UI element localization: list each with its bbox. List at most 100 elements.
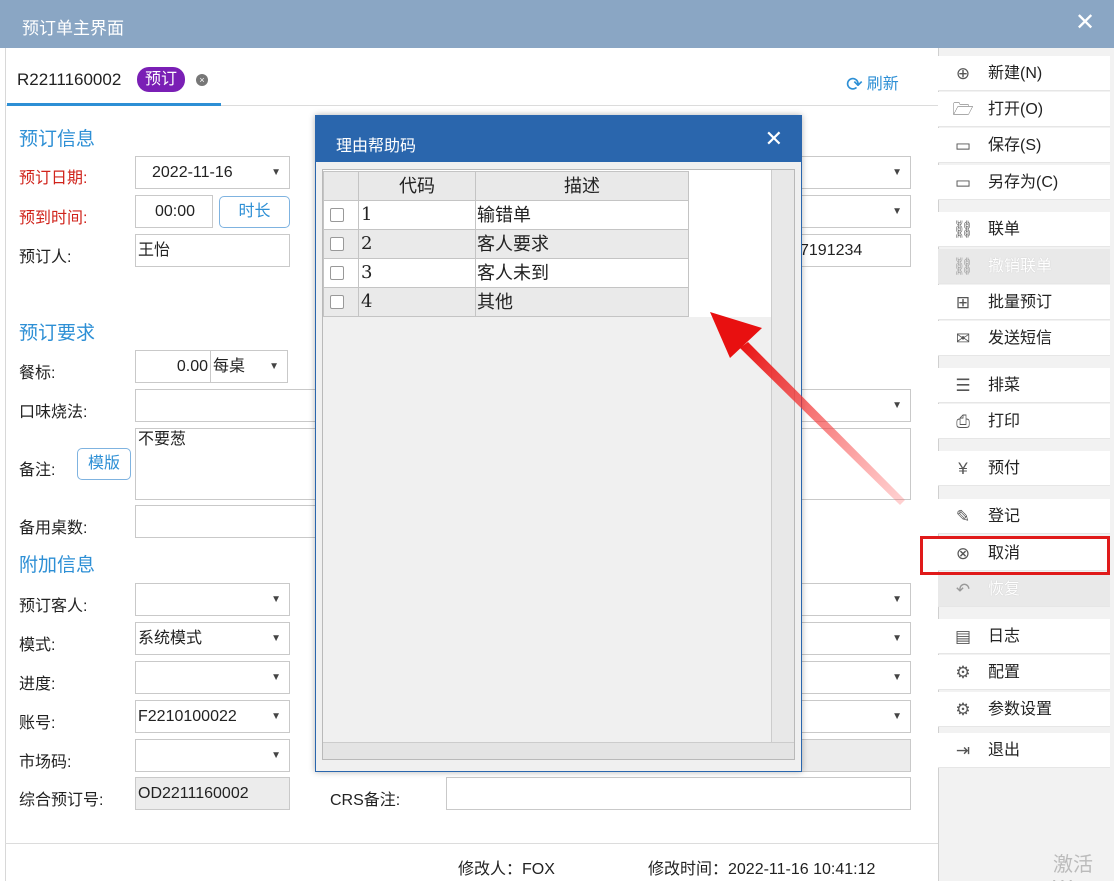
booker-field[interactable]: 王怡 [135,234,290,267]
sidebar-item-15[interactable]: ⚙ 配置 [938,655,1110,690]
row-checkbox[interactable] [330,295,344,309]
chevron-down-icon[interactable]: ▼ [271,740,281,771]
table-row-code[interactable]: 2 [358,229,476,259]
meal-unit-select[interactable]: 每桌 ▼ [210,350,288,383]
table-row-code[interactable]: 3 [358,258,476,288]
mode-select[interactable]: 系统模式 ▼ [135,622,290,655]
date-value: 2022-11-16 [152,164,233,181]
sidebar-item-6[interactable]: ⊞ 批量预订 [938,285,1110,320]
template-button[interactable]: 模版 [77,448,131,480]
table-row-desc[interactable]: 客人未到 [475,258,689,288]
meal-unit-value: 每桌 [213,358,246,375]
sidebar-item-2[interactable]: ▭ 保存(S) [938,128,1110,163]
folder-open-icon: 🗁 [952,100,974,119]
booker-value: 王怡 [138,242,171,259]
sidebar-item-14[interactable]: ▤ 日志 [938,619,1110,654]
progress-select[interactable]: ▼ [135,661,290,694]
booker-label: 预订人: [19,249,72,266]
sidebar-item-label: 打印 [988,413,1021,430]
chevron-down-icon[interactable]: ▼ [892,196,902,227]
row-checkbox[interactable] [330,266,344,280]
remark-label: 备注: [19,462,56,479]
sidebar-item-0[interactable]: ⊕ 新建(N) [938,56,1110,91]
grid-header-code[interactable]: 代码 [358,171,476,201]
sidebar-item-label: 配置 [988,664,1021,681]
date-field[interactable]: 2022-11-16 ▼ [135,156,290,189]
sidebar-item-label: 日志 [988,628,1021,645]
tab-close-icon[interactable]: × [196,74,208,86]
right-select-2[interactable]: ▼ [800,195,911,228]
table-row-checkbox-cell [323,200,359,230]
right-select-1[interactable]: ▼ [800,156,911,189]
sidebar-item-5: ⛓ 撤销联单 [938,249,1110,284]
table-row-code[interactable]: 1 [358,200,476,230]
chevron-down-icon[interactable]: ▼ [892,623,902,654]
sidebar-item-label: 另存为(C) [988,174,1059,191]
mail-icon: ✉ [955,329,971,348]
chevron-down-icon[interactable]: ▼ [892,662,902,693]
sidebar-item-11[interactable]: ✎ 登记 [938,499,1110,534]
right-select-4[interactable]: ▼ [800,622,911,655]
account-select[interactable]: F2210100022 ▼ [135,700,290,733]
register-icon: ✎ [955,507,971,526]
guest-select[interactable]: ▼ [135,583,290,616]
chevron-down-icon[interactable]: ▼ [271,157,281,188]
sidebar-item-3[interactable]: ▭ 另存为(C) [938,165,1110,200]
right-select-5[interactable]: ▼ [800,661,911,694]
dialog-titlebar: 理由帮助码 ✕ [316,116,801,162]
sidebar-item-4[interactable]: ⛓ 联单 [938,212,1110,247]
row-checkbox[interactable] [330,237,344,251]
grid-header-desc[interactable]: 描述 [475,171,689,201]
log-icon: ▤ [954,627,972,646]
table-row-desc[interactable]: 其他 [475,287,689,317]
restore-icon: ↶ [955,580,971,599]
crs-remark-label: CRS备注: [330,792,401,809]
sidebar-item-10[interactable]: ¥ 预付 [938,451,1110,486]
footer-divider [5,843,938,844]
sidebar-item-9[interactable]: ⎙ 打印 [938,404,1110,439]
sidebar-item-16[interactable]: ⚙ 参数设置 [938,692,1110,727]
chevron-down-icon[interactable]: ▼ [269,351,279,382]
remark-field[interactable]: 不要葱 [135,428,317,500]
refresh-button[interactable]: ⟳ 刷新 [846,70,899,97]
right-select-6[interactable]: ▼ [800,700,911,733]
chevron-down-icon[interactable]: ▼ [892,157,902,188]
section-title-require: 预订要求 [19,323,96,344]
taste-field[interactable] [135,389,317,422]
sidebar-item-17[interactable]: ⇥ 退出 [938,733,1110,768]
sidebar-item-7[interactable]: ✉ 发送短信 [938,321,1110,356]
account-value: F2210100022 [138,708,237,725]
window-close-icon[interactable]: ✕ [1072,8,1098,37]
meal-field[interactable]: 0.00 [135,350,211,383]
crs-remark-field[interactable] [446,777,911,810]
arrive-time-field[interactable]: 00:00 [135,195,213,228]
grid-header-check [323,171,359,201]
chevron-down-icon[interactable]: ▼ [271,701,281,732]
sidebar-item-8[interactable]: ☰ 排菜 [938,368,1110,403]
prepay-icon: ¥ [958,459,968,478]
grid-horizontal-scrollbar[interactable] [323,742,794,759]
chevron-down-icon[interactable]: ▼ [892,701,902,732]
config-gear-icon: ⚙ [955,663,971,682]
phone-field[interactable]: 7191234 [800,234,911,267]
market-code-select[interactable]: ▼ [135,739,290,772]
chevron-down-icon[interactable]: ▼ [271,584,281,615]
chevron-down-icon[interactable]: ▼ [271,662,281,693]
mode-value: 系统模式 [138,630,203,647]
chevron-down-icon[interactable]: ▼ [271,623,281,654]
sidebar-item-label: 撤销联单 [988,258,1053,275]
duration-button[interactable]: 时长 [219,196,290,228]
activation-watermark: 激活 W [1053,854,1093,881]
dialog-close-icon[interactable]: ✕ [765,126,783,152]
chevron-down-icon[interactable]: ▼ [892,584,902,615]
table-row-code[interactable]: 4 [358,287,476,317]
sidebar-item-label: 保存(S) [988,137,1042,154]
row-checkbox[interactable] [330,208,344,222]
table-row-desc[interactable]: 输错单 [475,200,689,230]
table-row-desc[interactable]: 客人要求 [475,229,689,259]
right-select-3[interactable]: ▼ [800,583,911,616]
spare-tables-label: 备用桌数: [19,520,88,537]
guest-label: 预订客人: [19,598,88,615]
sidebar-item-1[interactable]: 🗁 打开(O) [938,92,1110,127]
spare-tables-field[interactable] [135,505,317,538]
